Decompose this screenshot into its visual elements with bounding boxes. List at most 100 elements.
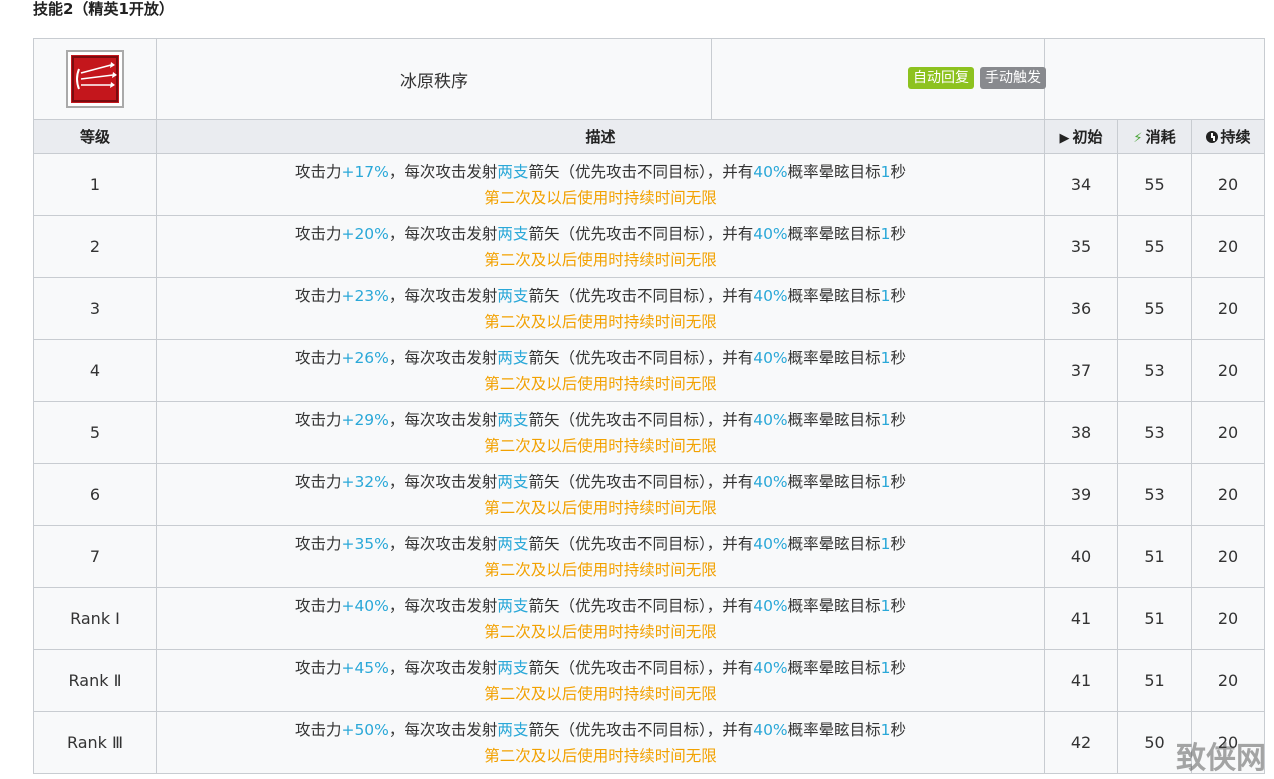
row-level: 2 — [33, 215, 157, 278]
row-level: 4 — [33, 339, 157, 402]
desc-text: 攻击力 — [294, 534, 342, 553]
desc-text: 概率晕眩目标 — [787, 162, 881, 181]
desc-text: 秒 — [890, 224, 907, 243]
desc-stun-chance: 40% — [753, 720, 788, 739]
desc-text: ，每次攻击发射 — [388, 410, 498, 429]
desc-text: 秒 — [890, 658, 907, 677]
desc-text: 概率晕眩目标 — [787, 720, 881, 739]
desc-line-1: 攻击力+45%，每次攻击发射两支箭矢（优先攻击不同目标），并有40%概率晕眩目标… — [157, 655, 1044, 681]
desc-line-1: 攻击力+35%，每次攻击发射两支箭矢（优先攻击不同目标），并有40%概率晕眩目标… — [157, 531, 1044, 557]
desc-line-1: 攻击力+32%，每次攻击发射两支箭矢（优先攻击不同目标），并有40%概率晕眩目标… — [157, 469, 1044, 495]
row-description: 攻击力+26%，每次攻击发射两支箭矢（优先攻击不同目标），并有40%概率晕眩目标… — [156, 339, 1045, 402]
desc-text: 秒 — [890, 286, 907, 305]
desc-atk-value: +45% — [341, 658, 389, 677]
row-duration: 20 — [1190, 215, 1266, 278]
desc-text: ，每次攻击发射 — [388, 658, 498, 677]
desc-arrow-count: 两支 — [497, 534, 529, 553]
desc-arrow-count: 两支 — [497, 596, 529, 615]
desc-text: 概率晕眩目标 — [787, 534, 881, 553]
col-cost-label: 消耗 — [1145, 128, 1176, 146]
table-row: 5 攻击力+29%，每次攻击发射两支箭矢（优先攻击不同目标），并有40%概率晕眩目… — [33, 401, 1266, 464]
desc-text: ，每次攻击发射 — [388, 348, 498, 367]
desc-stun-chance: 40% — [753, 472, 788, 491]
desc-arrow-count: 两支 — [497, 720, 529, 739]
row-level: Rank Ⅰ — [33, 587, 157, 650]
row-initial: 34 — [1044, 153, 1118, 216]
row-level: 5 — [33, 401, 157, 464]
desc-line-2: 第二次及以后使用时持续时间无限 — [484, 374, 717, 393]
desc-line-2: 第二次及以后使用时持续时间无限 — [484, 684, 717, 703]
desc-line-2: 第二次及以后使用时持续时间无限 — [484, 436, 717, 455]
table-row: 3 攻击力+23%，每次攻击发射两支箭矢（优先攻击不同目标），并有40%概率晕眩目… — [33, 277, 1266, 340]
desc-line-2: 第二次及以后使用时持续时间无限 — [484, 250, 717, 269]
desc-stun-seconds: 1 — [880, 224, 891, 243]
desc-line-1: 攻击力+29%，每次攻击发射两支箭矢（优先攻击不同目标），并有40%概率晕眩目标… — [157, 407, 1044, 433]
col-description: 描述 — [156, 119, 1045, 154]
desc-text: 攻击力 — [294, 162, 342, 181]
row-initial: 36 — [1044, 277, 1118, 340]
desc-text: ，每次攻击发射 — [388, 596, 498, 615]
desc-text: 概率晕眩目标 — [787, 224, 881, 243]
col-duration: 持续 — [1190, 119, 1266, 154]
row-duration: 20 — [1190, 587, 1266, 650]
desc-text: 箭矢（优先攻击不同目标），并有 — [528, 534, 754, 553]
row-cost: 53 — [1117, 339, 1192, 402]
col-level: 等级 — [33, 119, 157, 154]
desc-text: 箭矢（优先攻击不同目标），并有 — [528, 224, 754, 243]
table-row: 6 攻击力+32%，每次攻击发射两支箭矢（优先攻击不同目标），并有40%概率晕眩目… — [33, 463, 1266, 526]
desc-text: ，每次攻击发射 — [388, 286, 498, 305]
desc-text: 箭矢（优先攻击不同目标），并有 — [528, 658, 754, 677]
desc-text: 秒 — [890, 720, 907, 739]
col-initial: ▶ 初始 — [1044, 119, 1118, 154]
col-initial-label: 初始 — [1072, 128, 1103, 146]
desc-line-1: 攻击力+50%，每次攻击发射两支箭矢（优先攻击不同目标），并有40%概率晕眩目标… — [157, 717, 1044, 743]
table-row: Rank Ⅲ 攻击力+50%，每次攻击发射两支箭矢（优先攻击不同目标），并有40%… — [33, 711, 1266, 774]
table-row: 7 攻击力+35%，每次攻击发射两支箭矢（优先攻击不同目标），并有40%概率晕眩目… — [33, 525, 1266, 588]
row-duration: 20 — [1190, 401, 1266, 464]
desc-stun-seconds: 1 — [880, 410, 891, 429]
desc-text: 攻击力 — [294, 720, 342, 739]
row-cost: 51 — [1117, 587, 1192, 650]
desc-text: 攻击力 — [294, 286, 342, 305]
row-level: 7 — [33, 525, 157, 588]
row-initial: 41 — [1044, 587, 1118, 650]
desc-atk-value: +32% — [341, 472, 389, 491]
desc-arrow-count: 两支 — [497, 224, 529, 243]
desc-atk-value: +35% — [341, 534, 389, 553]
desc-text: 箭矢（优先攻击不同目标），并有 — [528, 410, 754, 429]
desc-arrow-count: 两支 — [497, 162, 529, 181]
lightning-icon: ⚡ — [1133, 131, 1143, 146]
row-cost: 51 — [1117, 649, 1192, 712]
desc-text: 概率晕眩目标 — [787, 658, 881, 677]
column-header-row: 等级 描述 ▶ 初始 ⚡ 消耗 持续 — [33, 119, 1266, 154]
skill-arrows-icon — [66, 50, 124, 108]
desc-stun-chance: 40% — [753, 658, 788, 677]
desc-text: ，每次攻击发射 — [388, 472, 498, 491]
clock-icon — [1205, 131, 1218, 143]
row-level: 3 — [33, 277, 157, 340]
desc-text: 秒 — [890, 596, 907, 615]
row-description: 攻击力+23%，每次攻击发射两支箭矢（优先攻击不同目标），并有40%概率晕眩目标… — [156, 277, 1045, 340]
skill-table: 冰原秩序 自动回复 手动触发 等级 描述 ▶ 初始 ⚡ 消耗 持续 1 攻击力+17%，… — [33, 38, 1266, 774]
row-duration: 20 — [1190, 277, 1266, 340]
desc-stun-seconds: 1 — [880, 534, 891, 553]
row-cost: 51 — [1117, 525, 1192, 588]
row-cost: 55 — [1117, 153, 1192, 216]
section-title: 技能2（精英1开放） — [33, 0, 174, 18]
desc-text: 概率晕眩目标 — [787, 410, 881, 429]
table-row: 4 攻击力+26%，每次攻击发射两支箭矢（优先攻击不同目标），并有40%概率晕眩目… — [33, 339, 1266, 402]
col-duration-label: 持续 — [1220, 128, 1251, 146]
skill-icon-cell — [33, 38, 157, 120]
row-initial: 35 — [1044, 215, 1118, 278]
row-level: 6 — [33, 463, 157, 526]
desc-line-1: 攻击力+23%，每次攻击发射两支箭矢（优先攻击不同目标），并有40%概率晕眩目标… — [157, 283, 1044, 309]
desc-text: 箭矢（优先攻击不同目标），并有 — [528, 286, 754, 305]
desc-text: 攻击力 — [294, 224, 342, 243]
desc-line-2: 第二次及以后使用时持续时间无限 — [484, 188, 717, 207]
desc-stun-chance: 40% — [753, 162, 788, 181]
row-initial: 38 — [1044, 401, 1118, 464]
desc-arrow-count: 两支 — [497, 348, 529, 367]
row-duration: 20 — [1190, 525, 1266, 588]
row-cost: 55 — [1117, 215, 1192, 278]
desc-text: 秒 — [890, 162, 907, 181]
